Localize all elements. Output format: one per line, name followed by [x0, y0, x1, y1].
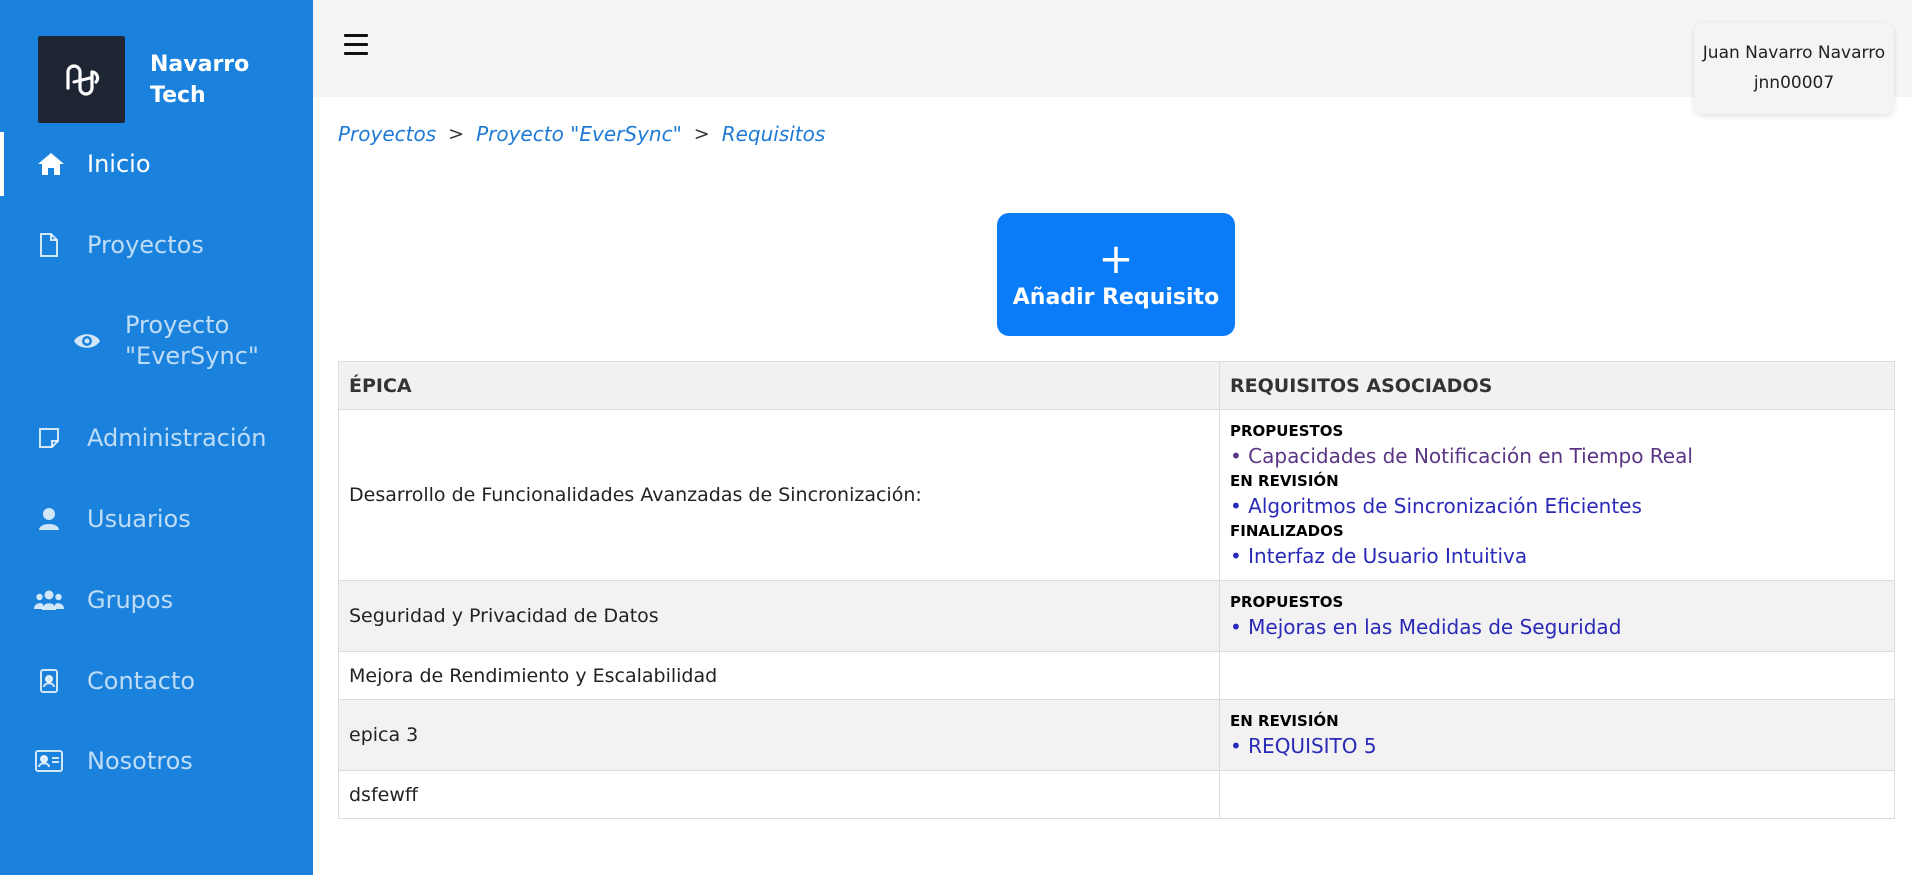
sidebar-item-grupos[interactable]: Grupos	[0, 568, 313, 632]
requirements-cell: PROPUESTOS • Mejoras en las Medidas de S…	[1219, 580, 1895, 652]
plus-icon: +	[1098, 234, 1134, 283]
header-requirements: REQUISITOS ASOCIADOS	[1219, 361, 1895, 410]
status-label: PROPUESTOS	[1230, 422, 1344, 440]
table-row: dsfewff	[338, 770, 1895, 819]
sidebar-item-proyectos[interactable]: Proyectos	[0, 213, 313, 277]
sidebar-item-label: Usuarios	[87, 505, 191, 533]
requirement-link[interactable]: • REQUISITO 5	[1230, 732, 1884, 760]
menu-icon[interactable]	[344, 34, 368, 56]
requirement-link[interactable]: • Algoritmos de Sincronización Eficiente…	[1230, 492, 1884, 520]
epic-cell: Mejora de Rendimiento y Escalabilidad	[338, 651, 1220, 700]
topbar	[313, 0, 1912, 97]
epic-cell: Seguridad y Privacidad de Datos	[338, 580, 1220, 652]
sidebar-item-proyecto-eversync[interactable]: Proyecto "EverSync"	[0, 308, 313, 374]
user-card[interactable]: Juan Navarro Navarro jnn00007	[1694, 22, 1894, 114]
requirement-link[interactable]: • Interfaz de Usuario Intuitiva	[1230, 542, 1884, 570]
sidebar-item-administracion[interactable]: Administración	[0, 406, 313, 470]
table-row: Seguridad y Privacidad de Datos PROPUEST…	[338, 580, 1895, 652]
status-label: PROPUESTOS	[1230, 593, 1344, 611]
brand-name: Navarro Tech	[150, 51, 250, 108]
eye-icon	[72, 326, 102, 356]
epic-cell: Desarrollo de Funcionalidades Avanzadas …	[338, 409, 1220, 581]
breadcrumb: Proyectos > Proyecto "EverSync" > Requis…	[338, 122, 825, 146]
table-row: Mejora de Rendimiento y Escalabilidad	[338, 651, 1895, 700]
sidebar-item-label: Contacto	[87, 667, 196, 695]
user-username: jnn00007	[1753, 73, 1835, 93]
sidebar-item-label: Grupos	[87, 586, 174, 614]
requirements-cell	[1219, 770, 1895, 819]
status-label: EN REVISIÓN	[1230, 712, 1339, 730]
sidebar-item-nosotros[interactable]: Nosotros	[0, 729, 313, 793]
user-name: Juan Navarro Navarro	[1702, 43, 1886, 63]
user-icon	[34, 504, 64, 534]
requirement-link[interactable]: • Mejoras en las Medidas de Seguridad	[1230, 613, 1884, 641]
id-card-icon	[34, 746, 64, 776]
sidebar-item-label: Nosotros	[87, 747, 193, 775]
infinity-logo-icon	[38, 36, 125, 123]
brand[interactable]: Navarro Tech	[38, 36, 270, 123]
sidebar-item-label: Inicio	[87, 150, 151, 178]
table-row: Desarrollo de Funcionalidades Avanzadas …	[338, 409, 1895, 581]
requirements-table: ÉPICA REQUISITOS ASOCIADOS Desarrollo de…	[338, 361, 1895, 819]
note-icon	[34, 423, 64, 453]
requirements-cell	[1219, 651, 1895, 700]
table-header-row: ÉPICA REQUISITOS ASOCIADOS	[338, 361, 1895, 410]
breadcrumb-proyectos[interactable]: Proyectos	[338, 122, 436, 146]
epic-cell: dsfewff	[338, 770, 1220, 819]
sidebar: Navarro Tech Inicio Proyectos Proyecto "…	[0, 0, 313, 875]
table-row: epica 3 EN REVISIÓN • REQUISITO 5	[338, 699, 1895, 771]
breadcrumb-separator: >	[448, 123, 465, 145]
requirements-cell: PROPUESTOS • Capacidades de Notificación…	[1219, 409, 1895, 581]
add-requirement-label: Añadir Requisito	[1012, 285, 1220, 310]
header-epic: ÉPICA	[338, 361, 1220, 410]
breadcrumb-separator: >	[693, 123, 710, 145]
requirements-cell: EN REVISIÓN • REQUISITO 5	[1219, 699, 1895, 771]
requirement-link[interactable]: • Capacidades de Notificación en Tiempo …	[1230, 442, 1884, 470]
sidebar-item-label: Administración	[87, 424, 267, 452]
sidebar-item-inicio[interactable]: Inicio	[0, 132, 313, 196]
status-label: FINALIZADOS	[1230, 522, 1344, 540]
group-icon	[34, 585, 64, 615]
home-icon	[36, 149, 66, 179]
sidebar-item-label: Proyectos	[87, 231, 204, 259]
sidebar-item-contacto[interactable]: Contacto	[0, 649, 313, 713]
sidebar-item-usuarios[interactable]: Usuarios	[0, 487, 313, 551]
document-icon	[34, 230, 64, 260]
add-requirement-button[interactable]: + Añadir Requisito	[997, 213, 1235, 336]
breadcrumb-proyecto-eversync[interactable]: Proyecto "EverSync"	[476, 122, 682, 146]
status-label: EN REVISIÓN	[1230, 472, 1339, 490]
epic-cell: epica 3	[338, 699, 1220, 771]
breadcrumb-requisitos[interactable]: Requisitos	[722, 122, 826, 146]
sidebar-item-label: Proyecto "EverSync"	[125, 311, 259, 370]
contact-badge-icon	[34, 666, 64, 696]
